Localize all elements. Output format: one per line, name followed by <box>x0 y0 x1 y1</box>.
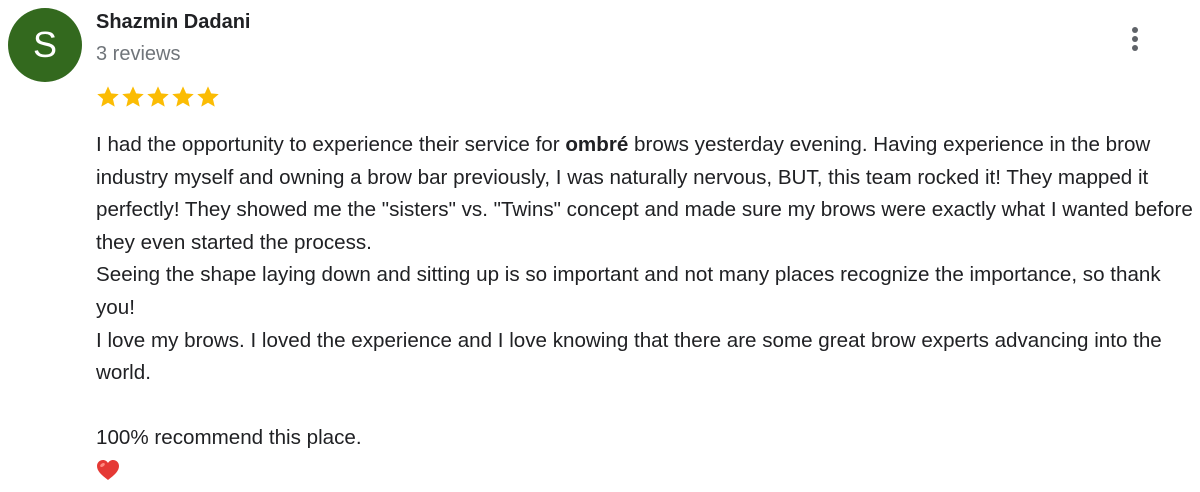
star-icon <box>97 86 119 107</box>
review-count: 3 reviews <box>96 43 181 65</box>
review-paragraph: Seeing the shape laying down and sitting… <box>96 263 1161 319</box>
red-heart-icon <box>97 459 119 480</box>
review-paragraph: 100% recommend this place. <box>96 426 362 450</box>
star-icon <box>147 86 169 107</box>
review-text: I had the opportunity to experience thei… <box>96 129 1196 492</box>
review-card: S Shazmin Dadani 3 reviews I had the opp… <box>0 0 1200 489</box>
more-options-button[interactable] <box>1118 20 1152 58</box>
review-paragraph: I had the opportunity to experience thei… <box>96 129 1196 259</box>
review-text-segment: I had the opportunity to experience thei… <box>96 133 566 156</box>
avatar[interactable]: S <box>8 8 82 82</box>
review-paragraph: I love my brows. I loved the experience … <box>96 328 1162 385</box>
star-rating <box>95 84 220 112</box>
star-icon <box>197 86 219 107</box>
review-text-bold: ombré <box>565 133 629 156</box>
author-name[interactable]: Shazmin Dadani <box>96 10 250 34</box>
star-icon <box>122 86 144 107</box>
star-icon <box>172 86 194 107</box>
